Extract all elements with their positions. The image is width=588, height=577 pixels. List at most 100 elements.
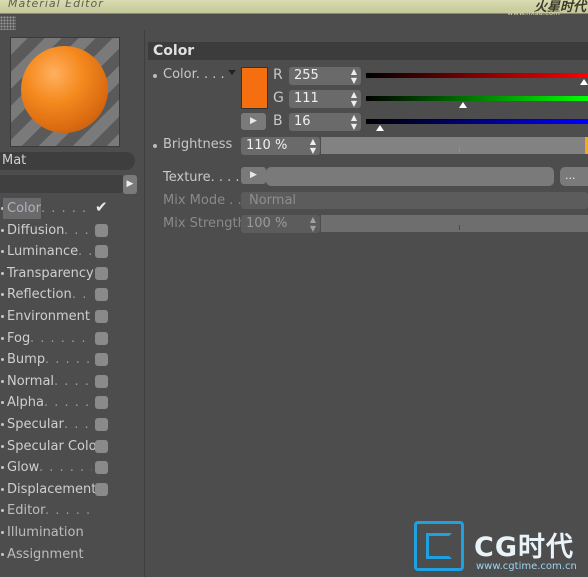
channel-dot [1, 358, 4, 362]
channel-checkbox[interactable] [95, 288, 108, 302]
channel-checkbox[interactable] [95, 223, 108, 237]
color-param-dot[interactable] [153, 74, 157, 78]
channel-item-fog[interactable]: Fog. . . . . . . . . [0, 328, 145, 350]
channel-checkbox[interactable] [95, 417, 108, 431]
channel-item-luminance[interactable]: Luminance. . . . [0, 241, 145, 263]
channel-label: Specular Color [7, 438, 102, 454]
channel-item-specular-color[interactable]: Specular Color [0, 436, 145, 458]
channel-item-specular[interactable]: Specular. . . . . . [0, 414, 145, 436]
b-stepper-icon[interactable]: ▲ ▼ [351, 113, 357, 131]
mix-mode-dropdown[interactable]: Normal [241, 192, 588, 209]
g-label: G [273, 90, 284, 106]
channel-label: Diffusion [7, 222, 65, 238]
mix-strength-slider[interactable] [321, 215, 588, 232]
channel-checkbox[interactable] [95, 245, 108, 259]
channel-label: Illumination [7, 524, 84, 540]
channel-label: Alpha [7, 395, 44, 411]
mix-strength-stepper-icon[interactable]: ▲ ▼ [310, 215, 316, 233]
b-slider[interactable] [366, 119, 588, 124]
texture-menu-button[interactable]: ▶ [241, 167, 266, 184]
channel-checkbox[interactable] [95, 331, 108, 345]
channel-label: Editor [7, 503, 46, 519]
color-picker-button[interactable]: ▶ [241, 113, 266, 130]
channel-dot [1, 422, 4, 426]
color-swatch[interactable] [241, 67, 268, 109]
watermark-url: www.hxsd.com [507, 9, 560, 17]
channel-dot [1, 552, 4, 556]
mix-strength-value-field[interactable]: 100 % ▲ ▼ [241, 215, 320, 233]
channel-item-environment[interactable]: Environment [0, 306, 145, 328]
r-slider[interactable] [366, 73, 588, 78]
channel-item-alpha[interactable]: Alpha. . . . . . . . [0, 392, 145, 414]
channel-label: Specular [7, 416, 64, 432]
channel-leader-dots: . . . . [78, 244, 92, 260]
cgtime-logo: CG时代 www.cgtime.com.cn [412, 520, 588, 577]
brightness-stepper-icon[interactable]: ▲ ▼ [310, 137, 316, 155]
brightness-tick [459, 147, 460, 152]
channel-dot [1, 379, 4, 383]
channel-dot [1, 314, 4, 318]
g-slider[interactable] [366, 96, 588, 101]
channel-label: Bump [7, 352, 46, 368]
channel-leader-dots: . . . . . . . . [45, 352, 92, 368]
channel-item-bump[interactable]: Bump. . . . . . . . [0, 349, 145, 371]
material-name-field[interactable]: Mat [0, 152, 135, 170]
channel-checkmark-icon[interactable]: ✔ [95, 200, 108, 215]
channel-dot [1, 336, 4, 340]
channel-checkbox[interactable] [95, 482, 108, 496]
channel-checkbox[interactable] [95, 374, 108, 388]
channel-item-illumination[interactable]: Illumination [0, 522, 145, 544]
channel-item-reflection[interactable]: Reflection. . . . [0, 284, 145, 306]
brightness-slider[interactable] [321, 137, 588, 154]
grip-handle-icon[interactable] [0, 16, 16, 30]
g-stepper-icon[interactable]: ▲ ▼ [351, 90, 357, 108]
channel-leader-dots: . . . . [72, 287, 92, 303]
b-label: B [273, 113, 283, 129]
preview-slider[interactable] [0, 175, 124, 193]
r-slider-knob[interactable] [580, 79, 588, 85]
channel-leader-dots: . . . . . [41, 201, 88, 216]
channel-leader-dots: . . . . [64, 222, 92, 238]
color-label: Color. . . . [163, 67, 225, 82]
g-value-field[interactable]: 111 ▲ ▼ [289, 90, 361, 108]
channel-label: Environment [7, 308, 91, 324]
channel-checkbox[interactable] [95, 353, 108, 367]
r-value-field[interactable]: 255 ▲ ▼ [289, 67, 361, 85]
b-value-field[interactable]: 16 ▲ ▼ [289, 113, 361, 131]
cgtime-brand: CG时代 [474, 532, 574, 563]
channel-item-glow[interactable]: Glow. . . . . . . . . [0, 457, 145, 479]
channel-list: Color . . . . .✔Diffusion. . . .Luminanc… [0, 198, 145, 565]
attributes-panel: Color Color. . . . ▶ R 255 ▲ ▼ G 111 ▲ ▼ B… [146, 40, 588, 577]
g-slider-knob[interactable] [458, 102, 467, 108]
color-menu-arrow-icon[interactable] [228, 70, 236, 75]
preview-menu-button[interactable]: ▶ [123, 175, 137, 194]
cgtime-logo-icon [414, 521, 464, 571]
channel-item-transparency[interactable]: Transparency [0, 263, 145, 285]
channel-item-color[interactable]: Color . . . . . ✔ [0, 198, 145, 220]
channel-checkbox[interactable] [95, 461, 108, 475]
channel-label: Transparency [7, 265, 94, 281]
channel-checkbox[interactable] [95, 439, 108, 453]
channel-dot [1, 444, 4, 448]
channel-dot [1, 509, 4, 513]
b-slider-knob[interactable] [375, 125, 384, 131]
channel-checkbox[interactable] [95, 309, 108, 323]
brightness-value-field[interactable]: 110 % ▲ ▼ [241, 137, 320, 155]
texture-browse-button[interactable]: ... [560, 167, 588, 186]
channel-item-displacement[interactable]: Displacement [0, 479, 145, 501]
channel-item-editor[interactable]: Editor. . . . . . . . [0, 500, 145, 522]
preview-sphere [21, 46, 108, 133]
channel-label: Color [3, 198, 41, 219]
mix-strength-value: 100 % [246, 216, 288, 231]
r-label: R [273, 67, 283, 83]
channel-item-normal[interactable]: Normal. . . . . . . [0, 371, 145, 393]
brightness-param-dot[interactable] [153, 144, 157, 148]
channel-item-assignment[interactable]: Assignment [0, 544, 145, 566]
r-stepper-icon[interactable]: ▲ ▼ [351, 67, 357, 85]
texture-field[interactable] [266, 167, 554, 186]
channel-checkbox[interactable] [95, 266, 108, 280]
channel-item-diffusion[interactable]: Diffusion. . . . [0, 220, 145, 242]
window-titlebar[interactable]: Material Editor 火星时代 www.hxsd.com [0, 0, 588, 17]
material-preview[interactable] [10, 37, 120, 147]
channel-checkbox[interactable] [95, 396, 108, 410]
